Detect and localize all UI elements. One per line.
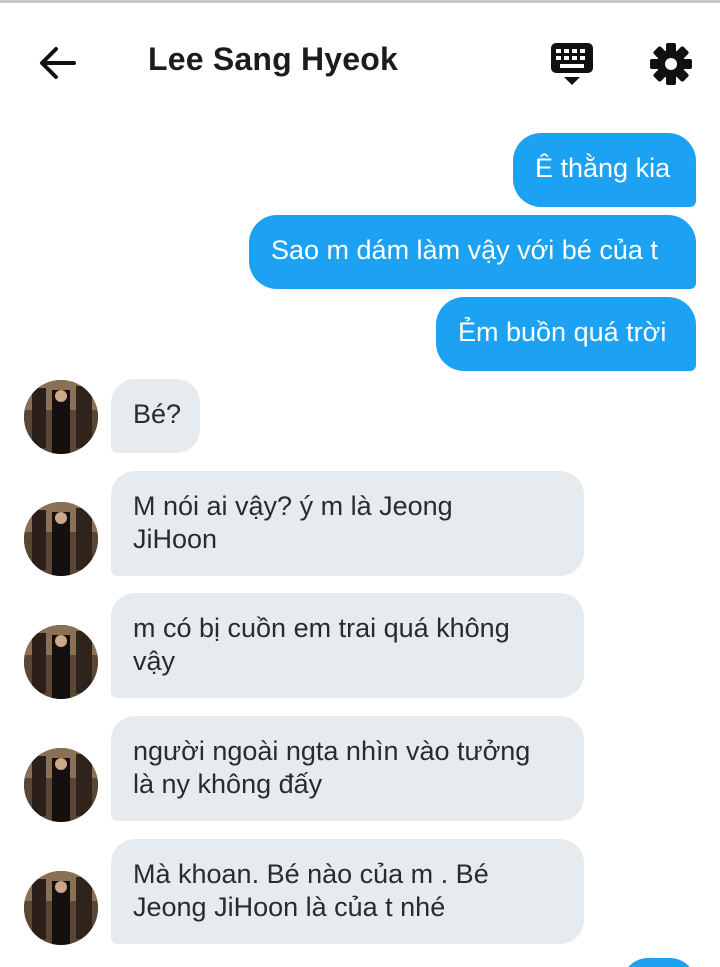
keyboard-button[interactable] xyxy=(546,39,598,89)
message-text: Ẻm buồn quá trời xyxy=(458,317,667,347)
message-line: JiHoon xyxy=(133,524,218,554)
contact-photo xyxy=(24,871,98,945)
message-line: M nói ai vậy? ý m là Jeong xyxy=(133,491,453,521)
avatar[interactable] xyxy=(24,748,98,822)
message-line: là ny không đấy xyxy=(133,769,323,799)
avatar[interactable] xyxy=(24,380,98,454)
back-button[interactable] xyxy=(34,41,82,85)
gear-icon xyxy=(650,43,692,85)
keyboard-icon xyxy=(551,43,593,85)
message-line: vậy xyxy=(133,646,176,676)
message-line: Jeong JiHoon là của t nhé xyxy=(133,892,446,922)
arrow-left-icon xyxy=(40,47,76,79)
contact-photo xyxy=(24,502,98,576)
avatar[interactable] xyxy=(24,871,98,945)
avatar[interactable] xyxy=(24,625,98,699)
message-text: Ê thằng kia xyxy=(535,153,671,183)
sent-message[interactable]: Ẻm buồn quá trời xyxy=(436,297,696,371)
message-text: Sao m dám làm vậy với bé của t xyxy=(271,235,658,265)
chat-header: Lee Sang Hyeok xyxy=(0,3,720,118)
contact-photo xyxy=(24,380,98,454)
received-message[interactable]: m có bị cuồn em trai quá không vậy xyxy=(111,593,584,698)
sent-message[interactable]: Sao m dám làm vậy với bé của t xyxy=(249,215,696,289)
received-message[interactable]: Mà khoan. Bé nào của m . Bé Jeong JiHoon… xyxy=(111,839,584,944)
settings-button[interactable] xyxy=(646,39,696,89)
sent-message[interactable]: Ê thằng kia xyxy=(513,133,696,207)
conversation-title: Lee Sang Hyeok xyxy=(148,41,399,77)
chat-screen: Lee Sang Hyeok Ê thằng kia Sao m dám làm… xyxy=(0,0,720,967)
received-message[interactable]: M nói ai vậy? ý m là Jeong JiHoon xyxy=(111,471,584,576)
message-text: Bé? xyxy=(133,399,182,429)
avatar[interactable] xyxy=(24,502,98,576)
message-line: người ngoài ngta nhìn vào tưởng xyxy=(133,736,531,766)
sent-message-partial[interactable] xyxy=(622,958,696,967)
contact-photo xyxy=(24,748,98,822)
contact-photo xyxy=(24,625,98,699)
received-message[interactable]: người ngoài ngta nhìn vào tưởng là ny kh… xyxy=(111,716,584,821)
message-line: m có bị cuồn em trai quá không xyxy=(133,613,510,643)
received-message[interactable]: Bé? xyxy=(111,379,200,453)
message-line: Mà khoan. Bé nào của m . Bé xyxy=(133,859,489,889)
